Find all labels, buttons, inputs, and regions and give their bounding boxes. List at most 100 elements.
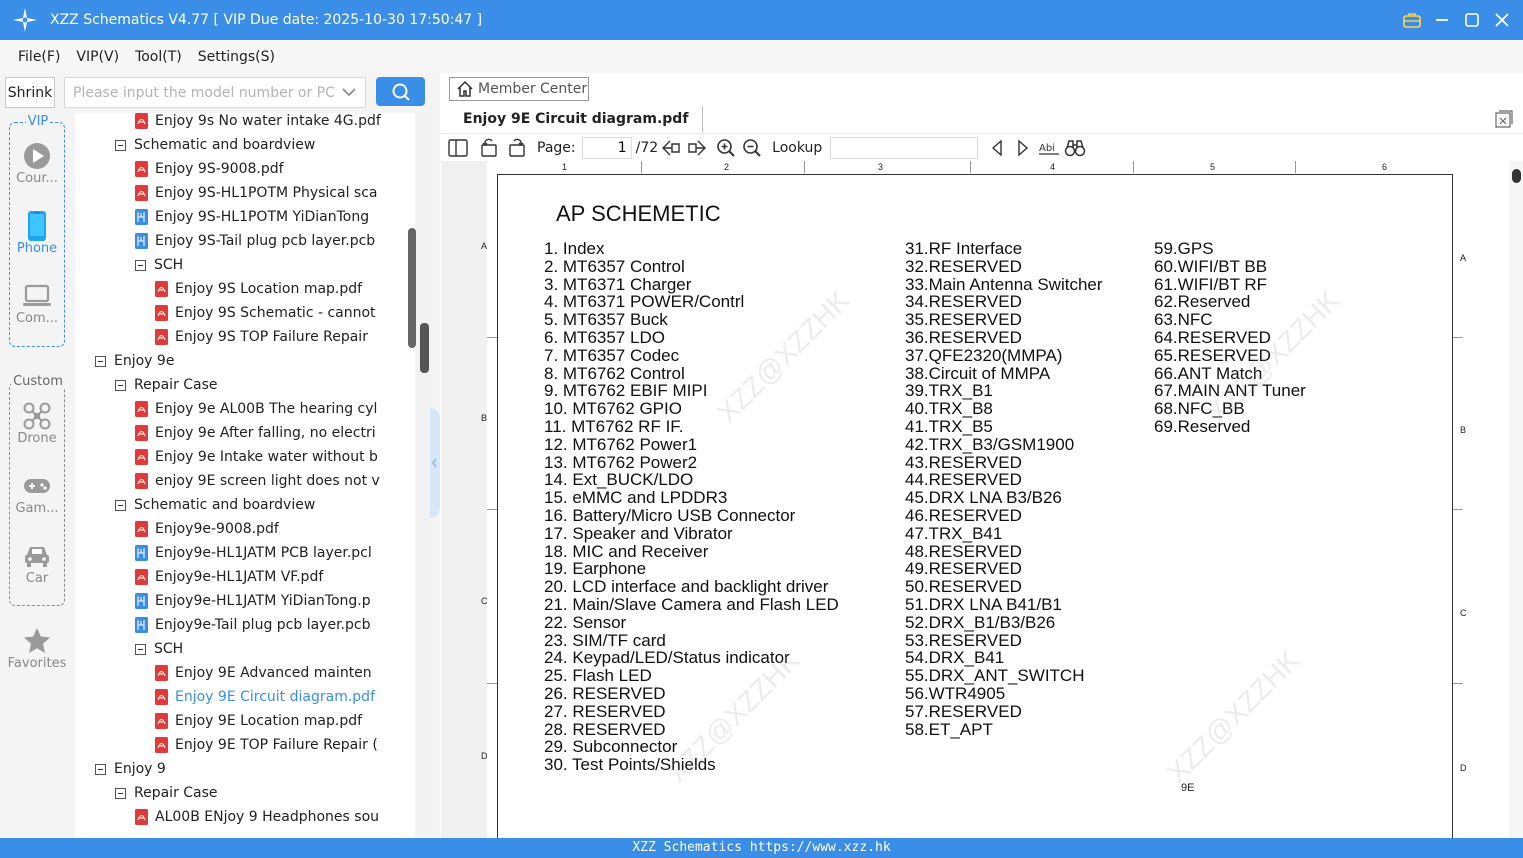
index-entry: 48.RESERVED: [905, 541, 1022, 561]
tree-file[interactable]: Enjoy 9s No water intake 4G.pdf: [135, 113, 381, 133]
category-courses[interactable]: Cour...: [0, 141, 74, 186]
zone-tick: [1133, 161, 1134, 173]
viewer-scrollbar[interactable]: [1509, 161, 1523, 838]
vip-briefcase-icon[interactable]: [1397, 0, 1427, 40]
zone-tick: [804, 161, 805, 173]
next-page-icon[interactable]: [684, 135, 710, 161]
tree-file[interactable]: Enjoy 9e AL00B The hearing cyl: [135, 397, 377, 421]
collapse-toggle-icon[interactable]: [135, 643, 146, 655]
tree-item-label: Enjoy9e-HL1JATM VF.pdf: [155, 569, 324, 585]
tree-file[interactable]: Enjoy 9S-Tail plug pcb layer.pcb: [135, 229, 375, 253]
pdf-file-icon: [155, 737, 168, 753]
collapse-toggle-icon[interactable]: [115, 787, 126, 799]
category-phone[interactable]: Phone: [0, 211, 74, 256]
collapse-toggle-icon[interactable]: [115, 139, 126, 151]
collapse-toggle-icon[interactable]: [95, 763, 106, 775]
tree-folder[interactable]: SCH: [135, 637, 183, 661]
tree-file[interactable]: Enjoy 9S-HL1POTM Physical sca: [135, 181, 378, 205]
pcb-file-icon: [135, 233, 148, 249]
pdf-file-icon: [135, 425, 148, 441]
search-button[interactable]: [376, 77, 425, 106]
close-icon[interactable]: [1487, 0, 1517, 40]
rotate-left-icon[interactable]: [475, 135, 503, 161]
tree-file[interactable]: Enjoy 9E Location map.pdf: [155, 709, 362, 733]
collapse-toggle-icon[interactable]: [115, 499, 126, 511]
tree-file[interactable]: AL00B ENjoy 9 Headphones sou: [135, 805, 379, 829]
tree-file[interactable]: Enjoy 9S-9008.pdf: [135, 157, 284, 181]
category-computer[interactable]: Com...: [0, 281, 74, 326]
index-entry: 40.TRX_B8: [905, 399, 993, 419]
category-favorites[interactable]: Favorites: [0, 626, 74, 671]
pdf-page: 1 2 3 4 5 6 A A B B C C D D AP SCHEMETIC 1. Index 2. …: [481, 161, 1511, 838]
tree-folder[interactable]: Schematic and boardview: [115, 493, 315, 517]
search-input[interactable]: [64, 77, 366, 108]
menu-vip[interactable]: VIP(V): [68, 49, 127, 65]
tree-file[interactable]: Enjoy9e-HL1JATM YiDianTong.p: [135, 589, 371, 613]
menu-settings[interactable]: Settings(S): [190, 49, 283, 65]
tree-file[interactable]: Enjoy 9E Advanced mainten: [155, 661, 372, 685]
document-tab-title: Enjoy 9E Circuit diagram.pdf: [463, 111, 689, 127]
pdf-viewer[interactable]: 1 2 3 4 5 6 A A B B C C D D AP SCHEMETIC 1. Index 2. …: [441, 161, 1523, 838]
search-next-icon[interactable]: [1010, 135, 1036, 161]
tree-file[interactable]: Enjoy9e-HL1JATM PCB layer.pcl: [135, 541, 372, 565]
toggle-sidebar-icon[interactable]: [441, 135, 475, 161]
index-entry: 27. RESERVED: [544, 701, 666, 721]
tree-file[interactable]: enjoy 9E screen light does not v: [135, 469, 380, 493]
index-entry: 11. MT6762 RF IF.: [544, 416, 684, 436]
collapse-toggle-icon[interactable]: [135, 259, 146, 271]
search-previous-icon[interactable]: [984, 135, 1010, 161]
page-number-input[interactable]: [581, 137, 632, 159]
zoom-out-icon[interactable]: [740, 135, 764, 161]
category-game[interactable]: Gam...: [0, 471, 74, 516]
tree-file[interactable]: Enjoy 9S-HL1POTM YiDianTong: [135, 205, 369, 229]
previous-page-icon[interactable]: [658, 135, 684, 161]
tree-file[interactable]: Enjoy9e-HL1JATM VF.pdf: [135, 565, 323, 589]
collapse-toggle-icon[interactable]: [95, 355, 106, 367]
match-case-icon[interactable]: Abi: [1036, 135, 1062, 161]
chevron-down-icon[interactable]: [340, 83, 358, 101]
index-entry: 13. MT6762 Power2: [544, 452, 698, 472]
tree-folder[interactable]: Schematic and boardview: [115, 133, 315, 157]
shrink-button[interactable]: Shrink: [5, 77, 55, 108]
laptop-icon: [23, 284, 51, 306]
close-all-tabs-icon[interactable]: [1495, 110, 1513, 128]
menu-tool[interactable]: Tool(T): [127, 49, 190, 65]
zoom-in-icon[interactable]: [712, 135, 740, 161]
category-car[interactable]: Car: [0, 541, 74, 586]
tree-folder[interactable]: Enjoy 9e: [95, 349, 174, 373]
tree-file[interactable]: Enjoy 9e After falling, no electri: [135, 421, 376, 445]
tree-file[interactable]: Enjoy9e-Tail plug pcb layer.pcb: [135, 613, 370, 637]
tree-file[interactable]: Enjoy 9E TOP Failure Repair (: [155, 733, 378, 757]
category-drone[interactable]: Drone: [0, 401, 74, 446]
index-entry: 50.RESERVED: [905, 577, 1022, 597]
index-entry: 59.GPS: [1154, 239, 1214, 258]
binoculars-icon[interactable]: [1062, 135, 1088, 161]
tree-folder[interactable]: Repair Case: [115, 373, 218, 397]
tree-folder[interactable]: Repair Case: [115, 781, 218, 805]
collapse-toggle-icon[interactable]: [115, 379, 126, 391]
document-tab[interactable]: Enjoy 9E Circuit diagram.pdf: [449, 106, 704, 132]
tree-scrollbar-thumb[interactable]: [420, 323, 429, 373]
minimize-icon[interactable]: [1427, 0, 1457, 40]
tree-file[interactable]: Enjoy 9e Intake water without b: [135, 445, 378, 469]
tree-file[interactable]: Enjoy 9E Circuit diagram.pdf: [155, 685, 375, 709]
tree-file[interactable]: Enjoy 9S Schematic - cannot: [155, 301, 376, 325]
tree-item-label: Enjoy 9: [114, 761, 166, 777]
rotate-right-icon[interactable]: [503, 135, 531, 161]
zone-letter: B: [1460, 425, 1467, 435]
index-entry: 49.RESERVED: [905, 559, 1022, 579]
tree-folder[interactable]: Enjoy 9: [95, 757, 166, 781]
member-center-button[interactable]: Member Center: [449, 77, 589, 101]
menu-file[interactable]: File(F): [10, 49, 68, 65]
tree-file[interactable]: Enjoy 9S Location map.pdf: [155, 277, 362, 301]
tree-file[interactable]: Enjoy 9S TOP Failure Repair: [155, 325, 368, 349]
viewer-scrollbar-thumb[interactable]: [1512, 169, 1521, 183]
category-game-label: Gam...: [15, 501, 59, 516]
lookup-input[interactable]: [830, 137, 979, 159]
panel-splitter[interactable]: [430, 408, 440, 518]
pdf-file-icon: [135, 113, 148, 129]
tree-inner-scrollbar-thumb[interactable]: [408, 228, 416, 348]
tree-file[interactable]: Enjoy9e-9008.pdf: [135, 517, 279, 541]
tree-folder[interactable]: SCH: [135, 253, 183, 277]
maximize-icon[interactable]: [1457, 0, 1487, 40]
